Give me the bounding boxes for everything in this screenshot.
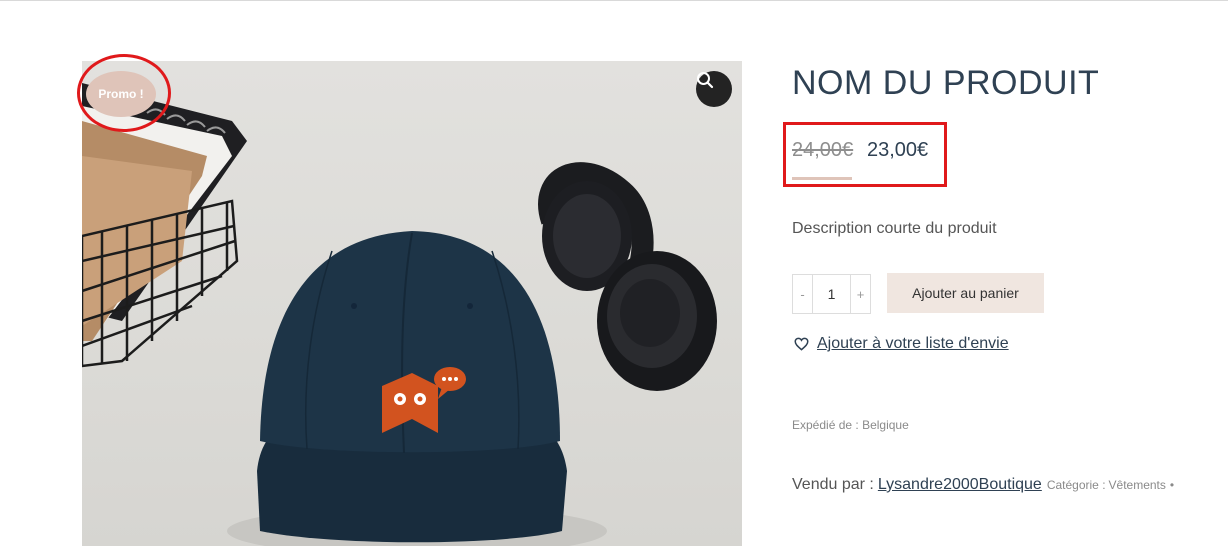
sold-by-label: Vendu par : [792, 476, 874, 493]
ships-from-value: Belgique [862, 418, 909, 432]
magnifier-icon [697, 72, 714, 89]
meta-separator: • [1169, 478, 1175, 492]
quantity-input[interactable] [813, 275, 850, 313]
product-meta: Vendu par : Lysandre2000Boutique Catégor… [792, 476, 1174, 494]
add-to-wishlist-link[interactable]: Ajouter à votre liste d'envie [794, 335, 1009, 353]
regular-price: 24,00€ [792, 139, 854, 161]
sale-price: 23,00€ [867, 139, 929, 161]
product-image[interactable] [82, 61, 742, 546]
ships-from: Expédié de : Belgique [792, 418, 909, 432]
top-divider [0, 0, 1228, 1]
category-value[interactable]: Vêtements [1109, 478, 1166, 492]
short-description: Description courte du produit [792, 220, 997, 237]
promo-highlight-ring [77, 54, 171, 132]
product-photo-illustration [82, 83, 717, 546]
quantity-decrease-button[interactable]: - [793, 275, 813, 313]
add-to-cart-button[interactable]: Ajouter au panier [887, 273, 1044, 313]
zoom-button[interactable] [696, 71, 732, 107]
product-title: NOM DU PRODUIT [792, 64, 1100, 102]
heart-outline-icon [794, 337, 809, 351]
notebook-kraft-top [82, 156, 192, 326]
category-label: Catégorie : [1046, 478, 1106, 492]
wishlist-label[interactable]: Ajouter à votre liste d'envie [817, 335, 1009, 353]
vendor-link[interactable]: Lysandre2000Boutique [878, 476, 1042, 494]
headphones [538, 162, 717, 391]
ships-from-label: Expédié de : [792, 418, 859, 432]
quantity-stepper: - + [792, 274, 871, 314]
price-underline [792, 177, 852, 180]
quantity-increase-button[interactable]: + [850, 275, 870, 313]
